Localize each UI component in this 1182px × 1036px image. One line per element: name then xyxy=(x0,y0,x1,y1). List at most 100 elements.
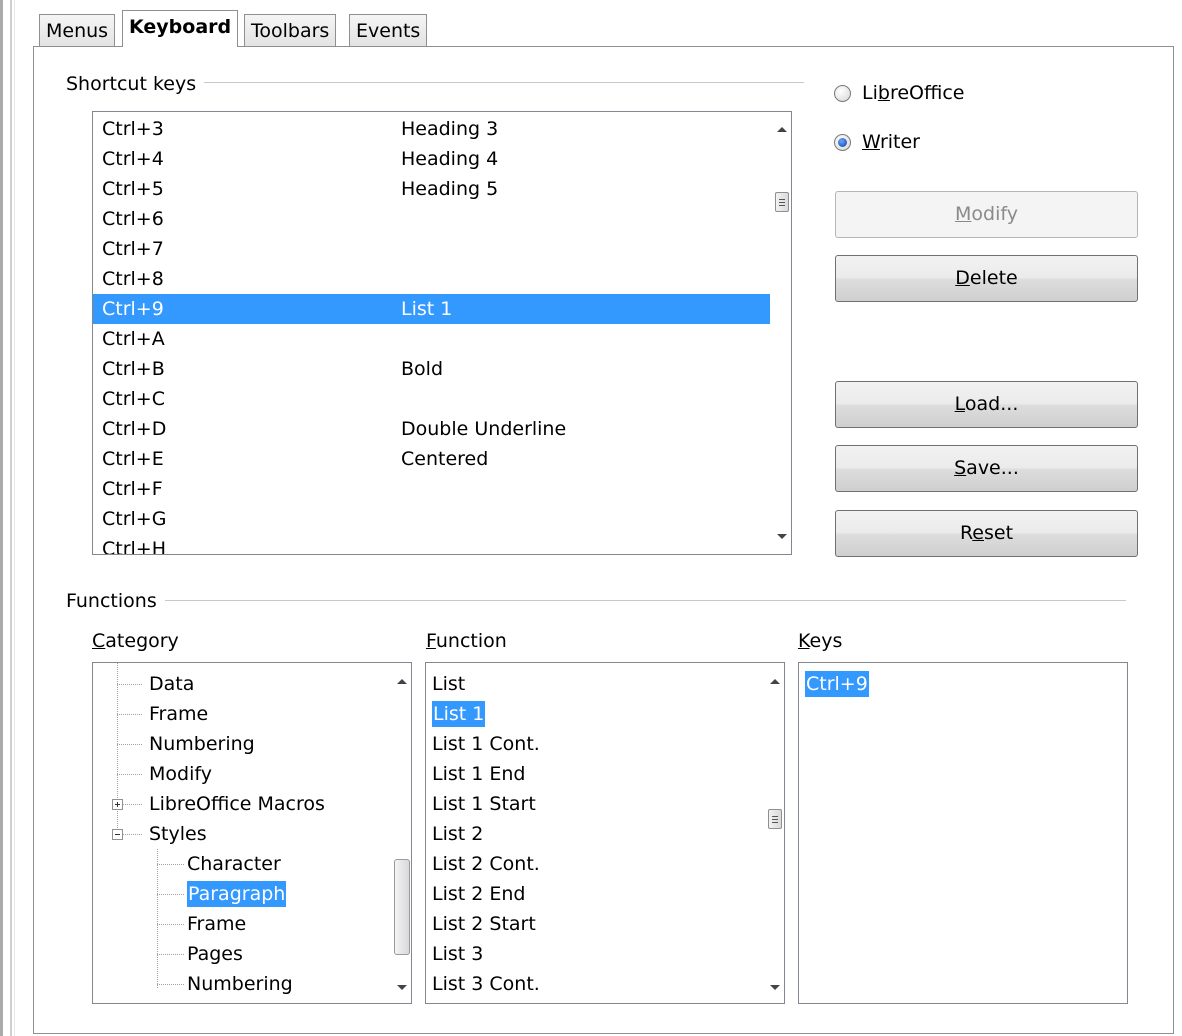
function-item-label: List 3 xyxy=(432,943,484,965)
scroll-up-icon[interactable] xyxy=(770,679,780,684)
reset-button[interactable]: Reset xyxy=(835,510,1138,557)
category-item-label: Data xyxy=(149,673,195,695)
category-item[interactable]: Data xyxy=(93,669,393,699)
category-item[interactable]: Numbering xyxy=(93,969,393,999)
function-item-label: List 2 Cont. xyxy=(432,853,540,875)
shortcut-row[interactable]: Ctrl+C xyxy=(93,384,770,414)
tab-toolbars[interactable]: Toolbars xyxy=(244,14,337,46)
category-item[interactable]: Frame xyxy=(93,699,393,729)
tree-branch xyxy=(157,894,185,895)
function-item-label: List 2 End xyxy=(432,883,526,905)
category-item-label: Character xyxy=(187,853,281,875)
radio-writer[interactable] xyxy=(834,134,851,151)
dialog-frame-inner xyxy=(10,0,12,1036)
scroll-down-icon[interactable] xyxy=(770,985,780,990)
shortcut-list[interactable]: Ctrl+3 Heading 3 Ctrl+4 Heading 4 Ctrl+5 Head… xyxy=(92,111,792,555)
function-item[interactable]: List 1 Cont. xyxy=(426,729,756,759)
shortcut-row[interactable]: Ctrl+F xyxy=(93,474,770,504)
category-item-label: Styles xyxy=(149,823,207,845)
function-item[interactable]: List 3 xyxy=(426,939,756,969)
shortcut-row[interactable]: Ctrl+9 List 1 xyxy=(93,294,770,324)
radio-libreoffice-label[interactable]: LibreOffice xyxy=(862,81,964,105)
category-item-label: Numbering xyxy=(187,973,293,995)
dialog-frame-outer xyxy=(0,0,3,1036)
shortcut-row[interactable]: Ctrl+A xyxy=(93,324,770,354)
shortcut-key: Ctrl+4 xyxy=(102,148,164,170)
tab-keyboard[interactable]: Keyboard xyxy=(122,10,239,47)
shortcut-list-scrollbar[interactable] xyxy=(773,112,791,554)
scroll-down-icon[interactable] xyxy=(777,534,787,539)
function-item[interactable]: List 3 Cont. xyxy=(426,969,756,999)
delete-button[interactable]: Delete xyxy=(835,255,1138,302)
tree-branch xyxy=(117,744,143,745)
shortcut-key: Ctrl+A xyxy=(102,328,165,350)
shortcut-row[interactable]: Ctrl+5 Heading 5 xyxy=(93,174,770,204)
function-item[interactable]: List xyxy=(426,669,756,699)
tree-branch xyxy=(117,684,143,685)
shortcut-row[interactable]: Ctrl+H xyxy=(93,534,770,555)
tab-toolbars-label: Toolbars xyxy=(251,20,330,42)
function-item[interactable]: List 2 Start xyxy=(426,909,756,939)
collapse-icon[interactable] xyxy=(112,829,123,840)
key-item[interactable]: Ctrl+9 xyxy=(799,669,1119,699)
function-list-scrollbar[interactable] xyxy=(766,663,784,1003)
category-item[interactable]: Frame xyxy=(93,909,393,939)
radio-libreoffice[interactable] xyxy=(834,85,851,102)
tree-branch xyxy=(117,714,143,715)
shortcut-row[interactable]: Ctrl+7 xyxy=(93,234,770,264)
shortcut-row[interactable]: Ctrl+6 xyxy=(93,204,770,234)
shortcut-row[interactable]: Ctrl+B Bold xyxy=(93,354,770,384)
radio-writer-label[interactable]: Writer xyxy=(862,130,920,154)
tree-branch xyxy=(157,864,185,865)
category-item[interactable]: Character xyxy=(93,849,393,879)
category-item[interactable]: Modify xyxy=(93,759,393,789)
save-button[interactable]: Save... xyxy=(835,445,1138,492)
function-item[interactable]: List 1 Start xyxy=(426,789,756,819)
shortcut-key: Ctrl+G xyxy=(102,508,167,530)
category-item-label: Pages xyxy=(187,943,243,965)
tab-menus[interactable]: Menus xyxy=(39,14,116,46)
function-item-label: List 1 Start xyxy=(432,793,536,815)
category-item[interactable]: Numbering xyxy=(93,729,393,759)
expand-icon[interactable] xyxy=(112,799,123,810)
function-item[interactable]: List 1 xyxy=(426,699,756,729)
tree-branch xyxy=(157,984,185,985)
shortcut-row[interactable]: Ctrl+4 Heading 4 xyxy=(93,144,770,174)
scroll-up-icon[interactable] xyxy=(777,127,787,132)
tab-events[interactable]: Events xyxy=(349,14,428,46)
category-item[interactable]: Paragraph xyxy=(93,879,393,909)
category-item-label: Modify xyxy=(149,763,212,785)
shortcut-row[interactable]: Ctrl+G xyxy=(93,504,770,534)
function-item[interactable]: List 1 End xyxy=(426,759,756,789)
function-item[interactable]: List 2 End xyxy=(426,879,756,909)
tree-branch xyxy=(157,924,185,925)
shortcut-key: Ctrl+H xyxy=(102,538,167,555)
scroll-thumb[interactable] xyxy=(768,809,782,829)
category-item[interactable]: Pages xyxy=(93,939,393,969)
shortcut-row[interactable]: Ctrl+8 xyxy=(93,264,770,294)
shortcut-key: Ctrl+6 xyxy=(102,208,164,230)
function-item-label: List 2 Start xyxy=(432,913,536,935)
tab-menus-label: Menus xyxy=(46,20,109,42)
category-item[interactable]: LibreOffice Macros xyxy=(93,789,393,819)
shortcut-key: Ctrl+7 xyxy=(102,238,164,260)
function-item[interactable]: List 2 xyxy=(426,819,756,849)
category-tree-scrollbar[interactable] xyxy=(393,663,411,1003)
scroll-down-icon[interactable] xyxy=(397,985,407,990)
shortcut-row[interactable]: Ctrl+E Centered xyxy=(93,444,770,474)
scroll-up-icon[interactable] xyxy=(397,679,407,684)
function-item-label: List 2 xyxy=(432,823,484,845)
function-item[interactable]: List 2 Cont. xyxy=(426,849,756,879)
category-tree[interactable]: Data Frame Numbering Modify LibreOffice Macr… xyxy=(92,662,412,1004)
scroll-thumb[interactable] xyxy=(775,192,789,212)
keys-list[interactable]: Ctrl+9 xyxy=(798,662,1128,1004)
modify-button[interactable]: Modify xyxy=(835,191,1138,238)
load-button[interactable]: Load... xyxy=(835,381,1138,428)
scroll-thumb[interactable] xyxy=(394,859,410,955)
function-list[interactable]: List List 1 List 1 Cont. List 1 End List 1 S… xyxy=(425,662,785,1004)
category-item[interactable]: Styles xyxy=(93,819,393,849)
shortcut-row[interactable]: Ctrl+3 Heading 3 xyxy=(93,114,770,144)
shortcut-row[interactable]: Ctrl+D Double Underline xyxy=(93,414,770,444)
shortcut-command: Bold xyxy=(401,358,443,380)
shortcut-command: Heading 4 xyxy=(401,148,499,170)
